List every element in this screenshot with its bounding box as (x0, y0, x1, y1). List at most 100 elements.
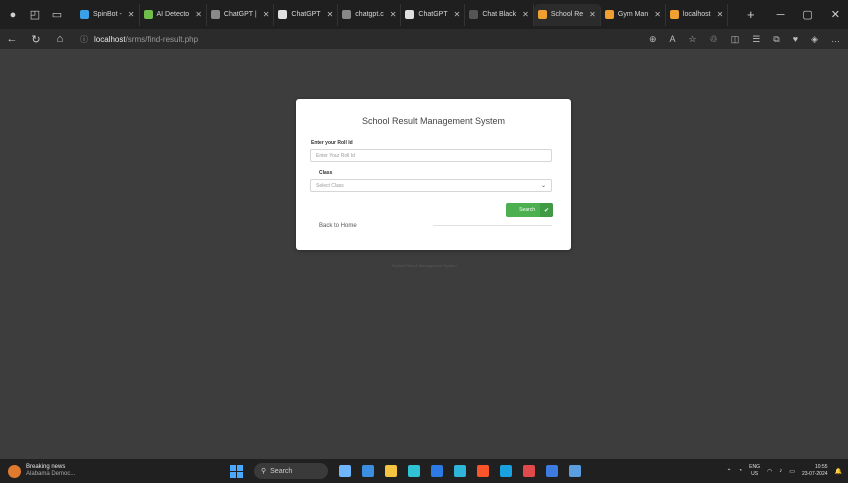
taskbar-app-icon[interactable] (431, 465, 443, 477)
refresh-icon[interactable]: ↻ (24, 33, 48, 46)
back-icon[interactable]: ← (0, 33, 24, 45)
home-icon[interactable]: ⌂ (48, 33, 72, 45)
taskbar-app-icon[interactable] (523, 465, 535, 477)
browser-tab[interactable]: ChatGPT | ✕ (207, 3, 275, 26)
show-hidden-icons[interactable]: ⌃ (727, 468, 732, 475)
notification-bell-icon[interactable]: 🔔 (835, 468, 842, 475)
tab-label: SpinBot - (93, 11, 122, 18)
tab-favicon-icon (537, 10, 547, 19)
minimize-icon[interactable]: ─ (777, 9, 785, 21)
zoom-icon[interactable]: ⊕ (649, 34, 657, 45)
workspaces-icon[interactable]: ◰ (28, 8, 42, 22)
restore-icon[interactable]: ▢ (802, 8, 812, 21)
browser-tab[interactable]: localhost ✕ (666, 3, 729, 26)
taskbar-app-icon[interactable] (546, 465, 558, 477)
back-to-home-link[interactable]: Back to Home (319, 223, 357, 229)
roll-id-input[interactable]: Enter Your Roll Id (310, 149, 552, 162)
close-tab-icon[interactable]: ✕ (717, 10, 724, 19)
close-tab-icon[interactable]: ✕ (390, 10, 397, 19)
taskbar-search[interactable]: ⚲ Search (254, 463, 328, 479)
tab-favicon-icon (604, 10, 614, 19)
taskbar-app-icon[interactable] (385, 465, 397, 477)
taskbar-app-icon[interactable] (477, 465, 489, 477)
tab-list: SpinBot - ✕ AI Detecto ✕ ChatGPT | ✕ ChatGPT ✕ c… (76, 0, 739, 29)
browser-essentials-icon[interactable]: ♥ (793, 34, 798, 44)
page-content: School Result Management System Enter yo… (0, 49, 848, 459)
taskbar-app-icon[interactable] (500, 465, 512, 477)
collections-icon[interactable]: ⧉ (773, 34, 779, 45)
browser-tab[interactable]: ChatGPT ✕ (274, 3, 339, 26)
news-widget[interactable]: Breaking news Alabama Democ... (0, 464, 230, 478)
tab-label: Gym Man (617, 11, 649, 18)
tab-favicon-icon (278, 10, 288, 19)
browser-tab[interactable]: chatgpt.c ✕ (338, 3, 402, 26)
copilot-icon[interactable]: ◈ (811, 34, 818, 45)
search-icon: ⚲ (261, 468, 267, 475)
url-field[interactable]: ⓘ localhost/srms/find-result.php (80, 34, 649, 45)
tab-favicon-icon (143, 10, 153, 19)
read-aloud-icon[interactable]: A (670, 34, 676, 44)
taskbar-app-icon[interactable] (339, 465, 351, 477)
tab-label: School Re (550, 11, 584, 18)
tab-label: ChatGPT (418, 11, 448, 18)
extensions-icon[interactable]: ♲ (710, 34, 718, 45)
tab-actions-icon[interactable]: ▭ (50, 8, 64, 22)
favorites-icon[interactable]: ☰ (752, 34, 760, 45)
browser-tab[interactable]: AI Detecto ✕ (140, 3, 207, 26)
close-window-icon[interactable]: ✕ (831, 8, 840, 21)
start-icon[interactable] (230, 464, 243, 478)
language-indicator[interactable]: ENG US (749, 464, 760, 478)
class-select-value: Select Class (316, 182, 344, 189)
clock[interactable]: 10:55 23-07-2024 (802, 464, 828, 478)
lang-top: ENG (749, 464, 761, 470)
close-tab-icon[interactable]: ✕ (327, 10, 334, 19)
tab-favicon-icon (669, 10, 679, 19)
close-tab-icon[interactable]: ✕ (522, 10, 529, 19)
divider (433, 225, 552, 226)
browser-tab[interactable]: School Re ✕ (533, 3, 601, 26)
browser-tab[interactable]: Gym Man ✕ (601, 3, 666, 26)
news-subtitle: Alabama Democ... (26, 471, 76, 477)
taskbar-app-icon[interactable] (454, 465, 466, 477)
class-select[interactable]: Select Class ⌄ (310, 179, 552, 192)
taskbar-search-label: Search (270, 467, 293, 475)
close-tab-icon[interactable]: ✕ (589, 10, 596, 19)
split-screen-icon[interactable]: ◫ (731, 34, 740, 45)
browser-tab[interactable]: Chat Black ✕ (465, 3, 534, 26)
browser-tab[interactable]: SpinBot - ✕ (76, 3, 140, 26)
network-icon[interactable]: ◔ (739, 468, 743, 474)
close-tab-icon[interactable]: ✕ (128, 10, 135, 19)
search-button[interactable]: Search ✔ (506, 203, 553, 217)
news-title: Breaking news (26, 464, 66, 470)
more-options-icon[interactable]: … (831, 34, 840, 44)
address-bar: ← ↻ ⌂ ⓘ localhost/srms/find-result.php ⊕… (0, 29, 848, 49)
result-search-card: School Result Management System Enter yo… (296, 99, 571, 250)
wifi-icon[interactable]: ◠ (767, 468, 772, 475)
tab-label: ChatGPT | (223, 11, 257, 18)
footer-text: Student Result Management System (391, 263, 457, 268)
class-label: Class (319, 170, 333, 176)
taskbar-app-icon[interactable] (362, 465, 374, 477)
close-tab-icon[interactable]: ✕ (654, 10, 661, 19)
clock-date: 23-07-2024 (801, 471, 828, 477)
tab-favicon-icon (210, 10, 220, 19)
close-tab-icon[interactable]: ✕ (454, 10, 461, 19)
site-info-icon[interactable]: ⓘ (80, 34, 88, 45)
window-controls: ─ ▢ ✕ (763, 8, 848, 22)
close-tab-icon[interactable]: ✕ (263, 10, 270, 19)
close-tab-icon[interactable]: ✕ (195, 10, 202, 19)
volume-icon[interactable]: ♪ (779, 468, 782, 474)
tab-label: ChatGPT (291, 11, 321, 18)
profile-icon[interactable]: ● (6, 8, 20, 22)
tab-label: localhost (682, 11, 711, 18)
battery-icon[interactable]: ▭ (789, 468, 795, 475)
taskbar: Breaking news Alabama Democ... ⚲ Search … (0, 459, 848, 483)
url-host: localhost (94, 34, 126, 44)
lang-bottom: US (751, 471, 759, 477)
taskbar-app-icon[interactable] (569, 465, 581, 477)
favorite-star-icon[interactable]: ☆ (689, 34, 697, 45)
browser-tab[interactable]: ChatGPT ✕ (401, 3, 466, 26)
taskbar-app-icon[interactable] (408, 465, 420, 477)
new-tab-button[interactable]: + (739, 7, 763, 22)
tab-favicon-icon (80, 10, 89, 19)
